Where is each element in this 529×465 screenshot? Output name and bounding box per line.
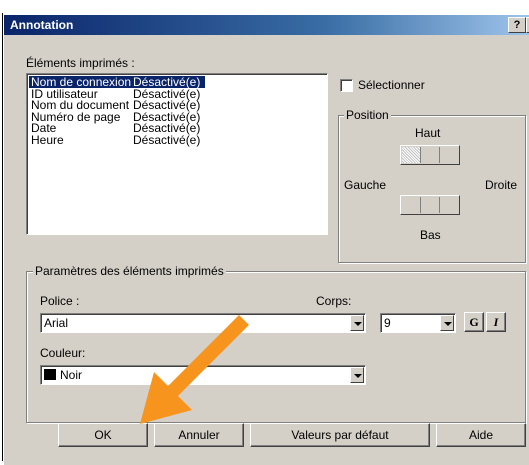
callout-arrow-icon	[140, 315, 249, 424]
